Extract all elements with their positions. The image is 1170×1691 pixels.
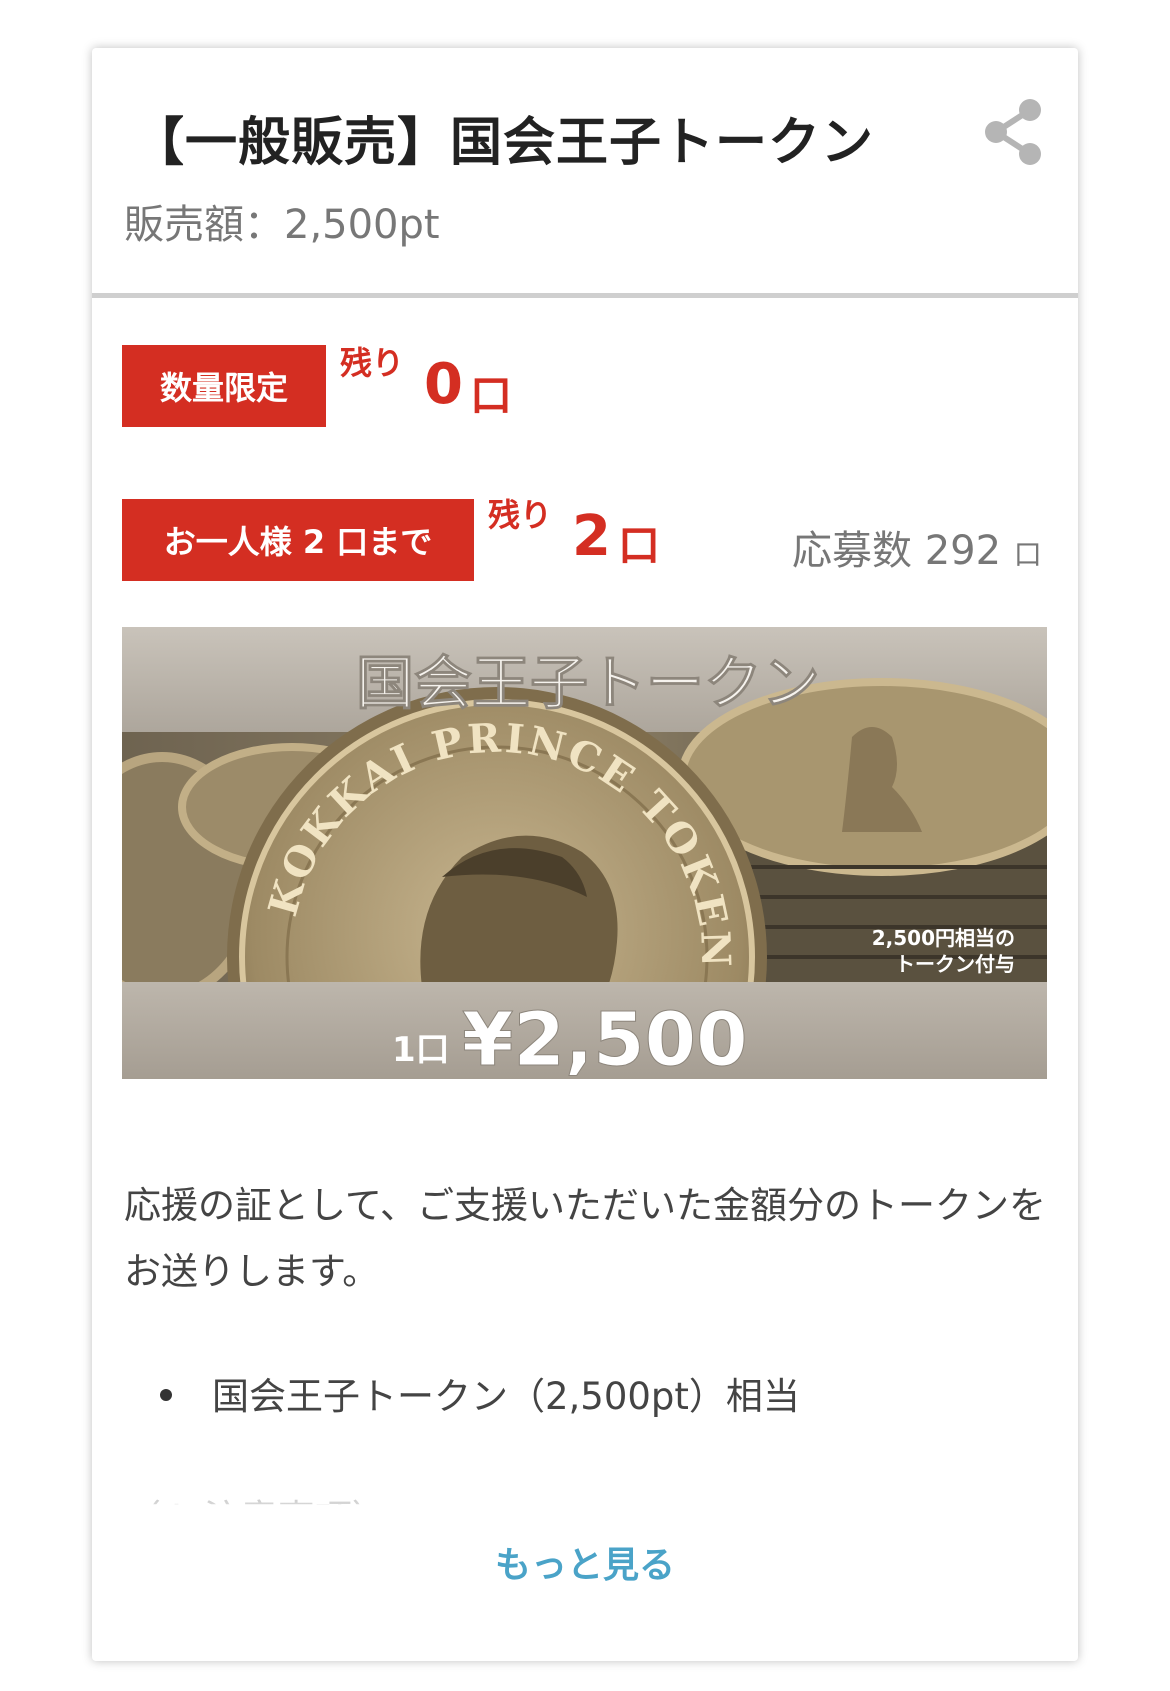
applicant-count-unit: 口 — [1013, 538, 1042, 571]
bullet-icon — [160, 1388, 172, 1401]
applicant-count-label: 応募数 — [792, 528, 912, 574]
reward-price: 販売額：2,500pt — [124, 202, 440, 248]
show-more-button[interactable]: もっと見る — [92, 1536, 1078, 1588]
reward-description: 応援の証として、ご支援いただいた金額分のトークンをお送りします。 — [124, 1184, 1047, 1293]
quantity-limit-badge: 数量限定 — [122, 345, 326, 427]
quantity-remain-value: 0 — [424, 352, 463, 417]
share-icon[interactable] — [982, 96, 1046, 168]
card-header: 【一般販売】国会王子トークン 販売額：2,500pt — [92, 48, 1078, 298]
reward-title: 【一般販売】国会王子トークン — [132, 113, 875, 173]
per-person-remain-label: 残り — [488, 496, 553, 534]
list-item-text: 国会王子トークン（2,500pt）相当 — [212, 1375, 800, 1418]
content-fade — [92, 1468, 1078, 1528]
quantity-remain-label: 残り — [340, 344, 405, 382]
applicant-count: 応募数 292 口 — [792, 518, 1042, 576]
token-banner-image: KOKKAI PRINCE TOKEN 国会王子トークン 2,500円相当の ト… — [122, 627, 1047, 1079]
banner-title: 国会王子トークン — [356, 649, 820, 717]
applicant-count-value: 292 — [924, 528, 1002, 574]
list-item: 国会王子トークン（2,500pt）相当 — [160, 1366, 800, 1420]
per-person-remain-value: 2 — [572, 504, 611, 569]
banner-note-line2: トークン付与 — [895, 952, 1015, 976]
banner-price: ¥2,500 — [462, 997, 748, 1079]
per-person-remain-unit: 口 — [618, 521, 661, 570]
reward-card: 【一般販売】国会王子トークン 販売額：2,500pt 数量限定 残り 0 口 お… — [92, 48, 1078, 1661]
banner-note-line1: 2,500円相当の — [872, 926, 1015, 950]
per-person-limit-badge: お一人様 2 口まで — [122, 499, 474, 581]
banner-unit-label: 1口 — [392, 1030, 450, 1070]
header-divider — [92, 293, 1078, 298]
quantity-remain-unit: 口 — [470, 371, 513, 420]
